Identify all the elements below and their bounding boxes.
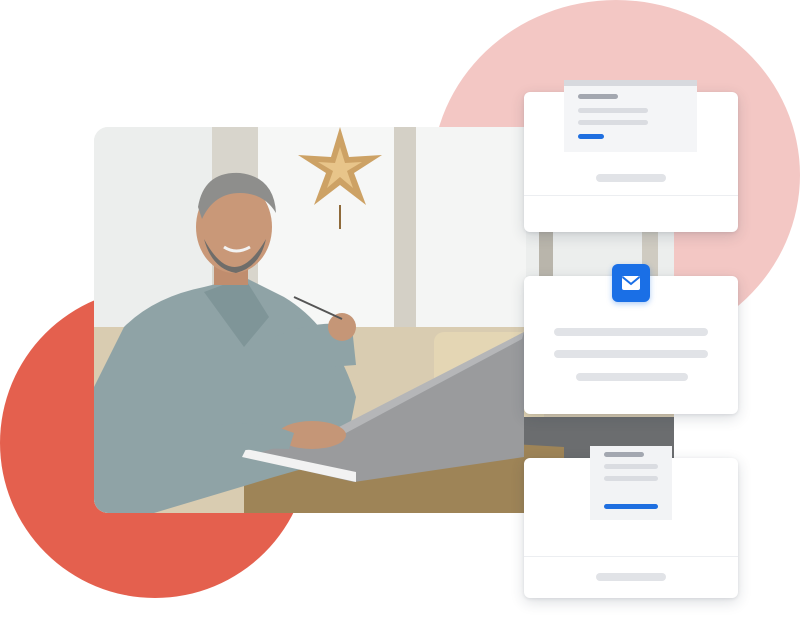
document-thumbnail bbox=[564, 80, 697, 152]
mail-icon bbox=[612, 264, 650, 302]
placeholder-line bbox=[604, 476, 658, 481]
placeholder-line bbox=[578, 108, 648, 113]
placeholder-line bbox=[578, 94, 618, 99]
card-divider bbox=[524, 195, 738, 196]
placeholder-line bbox=[604, 452, 644, 457]
placeholder-button bbox=[578, 134, 604, 139]
placeholder-line bbox=[596, 573, 666, 581]
placeholder-line bbox=[596, 174, 666, 182]
placeholder-line bbox=[576, 373, 688, 381]
document-preview-card bbox=[524, 446, 738, 598]
placeholder-button bbox=[604, 504, 658, 509]
email-card bbox=[524, 264, 738, 414]
placeholder-line bbox=[578, 120, 648, 125]
document-thumbnail bbox=[590, 446, 672, 520]
placeholder-line bbox=[554, 328, 708, 336]
placeholder-line bbox=[604, 464, 658, 469]
card-divider bbox=[524, 556, 738, 557]
document-preview-card bbox=[524, 80, 738, 232]
placeholder-line bbox=[554, 350, 708, 358]
